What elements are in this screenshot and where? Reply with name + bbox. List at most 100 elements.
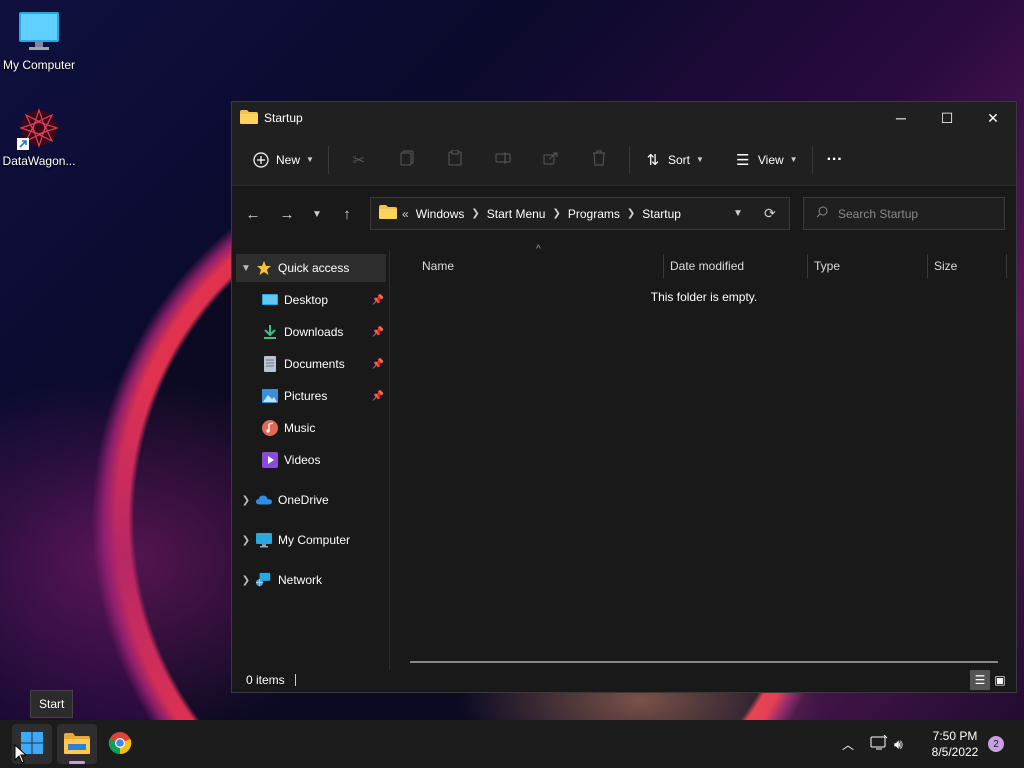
notification-badge[interactable]: 2 [988, 736, 1004, 752]
taskbar-chrome[interactable] [100, 724, 140, 764]
forward-button[interactable]: → [272, 199, 302, 229]
share-icon [543, 151, 559, 169]
chevron-right-icon[interactable]: ❯ [236, 495, 256, 506]
refresh-icon[interactable]: ⟳ [764, 205, 776, 222]
breadcrumb-windows[interactable]: Windows [416, 207, 465, 221]
sidebar-item-label: Pictures [284, 389, 328, 403]
chevron-right-icon: ❯ [626, 208, 636, 219]
overflow-chevron-icon[interactable]: « [402, 207, 409, 221]
system-clock[interactable]: 7:50 PM 8/5/2022 [920, 728, 990, 760]
minimize-button[interactable]: ─ [878, 102, 924, 134]
column-header-size[interactable]: Size [934, 250, 957, 282]
separator [327, 145, 329, 174]
column-header-name[interactable]: Name [422, 250, 454, 282]
horizontal-scrollbar[interactable] [410, 661, 998, 663]
column-divider[interactable] [807, 254, 808, 278]
title-bar[interactable]: Startup ─ ☐ ✕ [232, 102, 1016, 134]
sidebar-item-label: Network [278, 573, 323, 587]
delete-button[interactable] [575, 144, 623, 176]
taskbar-file-explorer[interactable] [57, 724, 97, 764]
sidebar-item-label: My Computer [278, 533, 351, 547]
view-lines-icon: ☰ [736, 151, 750, 169]
chevron-down-icon: ▼ [789, 155, 798, 164]
desktop-icon-my-computer[interactable]: My Computer [0, 10, 81, 72]
column-divider[interactable] [663, 254, 664, 278]
window-title: Startup [264, 111, 303, 125]
sidebar-item-network[interactable]: ❯ Network [236, 566, 386, 594]
clipboard-icon [448, 149, 462, 170]
chevron-down-icon: ▼ [695, 155, 704, 164]
chevron-right-icon: ❯ [552, 208, 561, 219]
plus-circle-icon [252, 151, 270, 169]
new-button[interactable]: New ▼ [244, 144, 322, 176]
sidebar-item-my-computer[interactable]: ❯ My Computer [236, 526, 386, 554]
desktop-folder-icon [262, 292, 278, 308]
monitor-icon [17, 10, 61, 54]
sidebar-item-desktop[interactable]: Desktop 📌 [262, 286, 388, 314]
more-options-button[interactable]: ··· [819, 144, 851, 176]
large-icons-view-icon: ▣ [994, 673, 1006, 687]
pin-icon: 📌 [371, 294, 384, 306]
chevron-right-icon[interactable]: ❯ [236, 575, 256, 586]
sort-icon: ⇅ [646, 151, 660, 169]
copy-icon [400, 150, 414, 170]
maximize-button[interactable]: ☐ [924, 102, 970, 134]
sort-button[interactable]: ⇅ Sort ▼ [636, 144, 712, 176]
breadcrumb-start-menu[interactable]: Start Menu [487, 207, 546, 221]
more-icon: ··· [826, 150, 843, 168]
details-view-button[interactable]: ☰ [970, 670, 990, 690]
sidebar-item-videos[interactable]: Videos [262, 446, 388, 474]
item-count: 0 items [246, 673, 285, 687]
sidebar-item-label: Desktop [284, 293, 329, 307]
show-hidden-icons-button[interactable]: ︿ [842, 720, 854, 768]
recent-locations-button[interactable]: ▼ [302, 199, 332, 229]
sidebar-item-quick-access[interactable]: ▼ Quick access [236, 254, 386, 282]
search-input[interactable] [838, 206, 988, 221]
large-icons-view-button[interactable]: ▣ [990, 670, 1010, 690]
column-divider[interactable] [1006, 254, 1007, 278]
start-tooltip: Start [30, 690, 74, 718]
cut-button[interactable]: ✂ [335, 144, 383, 176]
address-bar[interactable]: « Windows ❯ Start Menu ❯ Programs ❯ Star… [370, 197, 790, 230]
share-button[interactable] [527, 144, 575, 176]
sort-ascending-icon: ^ [536, 244, 541, 255]
column-header-type[interactable]: Type [814, 250, 840, 282]
sidebar-item-downloads[interactable]: Downloads 📌 [262, 318, 388, 346]
sidebar-item-pictures[interactable]: Pictures 📌 [262, 382, 388, 410]
sidebar-item-label: Quick access [278, 261, 350, 275]
up-button[interactable]: ↑ [332, 199, 362, 229]
column-divider[interactable] [927, 254, 928, 278]
sidebar-item-documents[interactable]: Documents 📌 [262, 350, 388, 378]
folder-icon [379, 205, 397, 222]
mouse-cursor-icon [14, 743, 28, 767]
view-button[interactable]: ☰ View ▼ [726, 144, 806, 176]
taskbar: ︿ 🔊︎ 7:50 PM 8/5/2022 [0, 720, 1024, 768]
rename-button[interactable] [479, 144, 527, 176]
sidebar-item-onedrive[interactable]: ❯ OneDrive [236, 486, 386, 514]
network-icon [256, 572, 272, 588]
chrome-icon [108, 731, 132, 758]
back-button[interactable]: ← [238, 199, 268, 229]
close-button[interactable]: ✕ [970, 102, 1016, 134]
sidebar-item-label: Videos [284, 453, 321, 467]
sidebar-item-label: Documents [284, 357, 345, 371]
address-dropdown-icon[interactable]: ▼ [733, 208, 743, 219]
desktop-icon-datawagon[interactable]: DataWagon... [0, 106, 81, 168]
network-status-button[interactable] [870, 720, 888, 768]
desktop-icon-label: My Computer [2, 58, 76, 72]
chevron-down-icon[interactable]: ▼ [236, 263, 256, 274]
arrow-right-icon: → [279, 205, 295, 223]
volume-button[interactable]: 🔊︎ [894, 720, 903, 768]
breadcrumb-startup[interactable]: Startup [642, 207, 681, 221]
copy-button[interactable] [383, 144, 431, 176]
search-box[interactable] [803, 197, 1005, 230]
chevron-right-icon[interactable]: ❯ [236, 535, 256, 546]
sidebar-item-music[interactable]: Music [262, 414, 388, 442]
sidebar-item-label: OneDrive [278, 493, 329, 507]
paste-button[interactable] [431, 144, 479, 176]
navigation-pane: ▼ Quick access Desktop 📌 Downloads 📌 Doc… [232, 250, 390, 670]
pin-icon: 📌 [371, 390, 384, 402]
breadcrumb-programs[interactable]: Programs [568, 207, 620, 221]
column-header-date-modified[interactable]: Date modified [670, 250, 744, 282]
scissors-icon: ✂ [352, 151, 366, 169]
